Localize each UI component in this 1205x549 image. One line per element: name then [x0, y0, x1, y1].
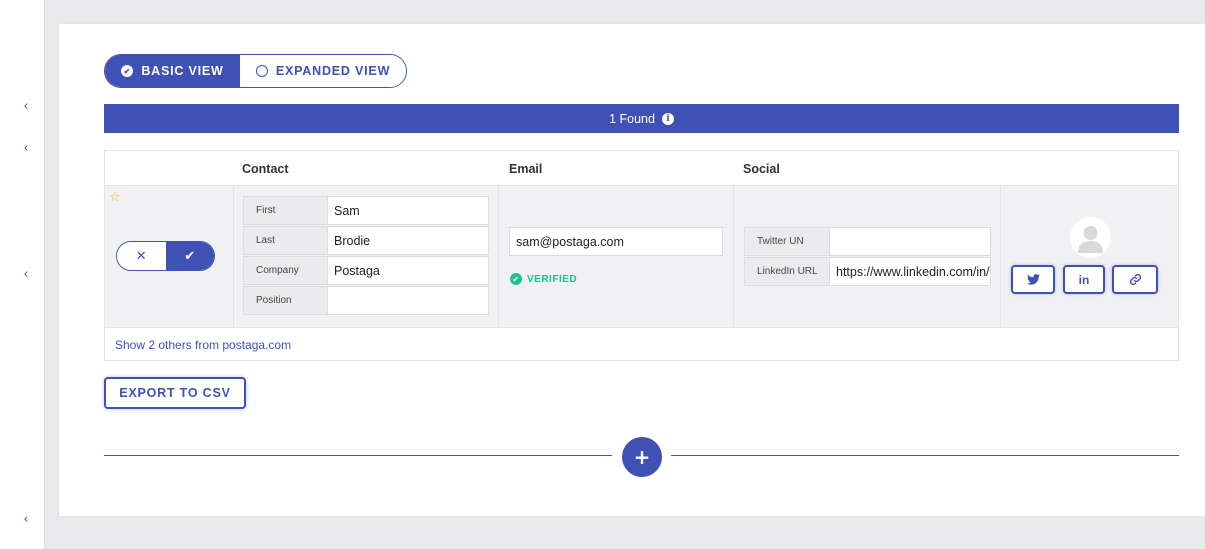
company-input[interactable]: Postaga	[328, 257, 488, 284]
field-label: First	[244, 197, 328, 224]
first-name-input[interactable]: Sam	[328, 197, 488, 224]
table-row: ☆ ✕ ✔ First Sam Last Brodie Company Post…	[105, 186, 1178, 327]
decision-toggle: ✕ ✔	[116, 241, 215, 271]
contact-header: Contact	[242, 162, 289, 176]
star-icon[interactable]: ☆	[109, 190, 121, 205]
twitter-button[interactable]	[1011, 265, 1055, 294]
field-label: Company	[244, 257, 328, 284]
column-divider	[1000, 186, 1001, 327]
company-field: Company Postaga	[243, 256, 489, 285]
field-label: Last	[244, 227, 328, 254]
close-icon: ✕	[135, 248, 147, 264]
table-header: Contact Email Social	[105, 151, 1178, 186]
accept-button[interactable]: ✔	[165, 242, 214, 270]
chevron-left-icon[interactable]: ‹	[19, 99, 33, 114]
chevron-left-icon[interactable]: ‹	[19, 267, 33, 282]
results-count: 1 Found	[609, 111, 655, 126]
verified-badge: ✔ VERIFIED	[510, 273, 577, 285]
user-icon	[1078, 226, 1103, 253]
linkedin-button[interactable]: in	[1063, 265, 1105, 294]
avatar	[1070, 217, 1111, 258]
field-label: Position	[244, 287, 328, 314]
email-input[interactable]: sam@postaga.com	[509, 227, 723, 256]
chevron-left-icon[interactable]: ‹	[19, 512, 33, 527]
twitter-input[interactable]	[830, 228, 990, 255]
field-label: LinkedIn URL	[745, 258, 830, 285]
email-header: Email	[509, 162, 543, 176]
check-icon: ✔	[184, 248, 196, 264]
last-name-input[interactable]: Brodie	[328, 227, 488, 254]
divider	[104, 455, 612, 456]
first-name-field: First Sam	[243, 196, 489, 225]
view-toggle: ✔ BASIC VIEW EXPANDED VIEW	[104, 54, 407, 88]
expanded-view-button[interactable]: EXPANDED VIEW	[240, 55, 406, 87]
basic-view-button[interactable]: ✔ BASIC VIEW	[105, 55, 240, 87]
expanded-view-label: EXPANDED VIEW	[275, 64, 391, 78]
check-circle-icon: ✔	[121, 65, 134, 77]
info-icon[interactable]: i	[661, 112, 674, 125]
last-name-field: Last Brodie	[243, 226, 489, 255]
sidebar: ‹ ‹ ‹ ‹	[0, 0, 45, 549]
social-header: Social	[743, 162, 780, 176]
basic-view-label: BASIC VIEW	[141, 64, 224, 78]
results-count-bar: 1 Found i	[104, 104, 1179, 133]
website-link-button[interactable]	[1112, 265, 1158, 294]
position-input[interactable]	[328, 287, 488, 314]
table-footer: Show 2 others from postaga.com	[105, 327, 1178, 360]
verified-label: VERIFIED	[527, 273, 578, 285]
linkedin-input[interactable]: https://www.linkedin.com/in/s	[830, 258, 990, 285]
linkedin-field: LinkedIn URL https://www.linkedin.com/in…	[744, 257, 991, 286]
add-button[interactable]: +	[622, 437, 662, 477]
plus-icon: +	[633, 445, 651, 469]
reject-button[interactable]: ✕	[117, 242, 166, 270]
link-icon	[1129, 273, 1141, 286]
column-divider	[733, 186, 734, 327]
check-circle-icon: ✔	[510, 273, 522, 285]
export-csv-button[interactable]: EXPORT TO CSV	[104, 377, 246, 409]
column-divider	[498, 186, 499, 327]
position-field: Position	[243, 286, 489, 315]
chevron-left-icon[interactable]: ‹	[19, 141, 33, 156]
show-others-link[interactable]: Show 2 others from postaga.com	[115, 338, 291, 352]
column-divider	[233, 186, 234, 327]
circle-outline-icon	[255, 65, 268, 77]
main-card: ✔ BASIC VIEW EXPANDED VIEW 1 Found i Con…	[59, 24, 1205, 516]
results-table: Contact Email Social ☆ ✕ ✔ First Sam Las…	[104, 150, 1179, 361]
twitter-field: Twitter UN	[744, 227, 991, 256]
twitter-icon	[1026, 274, 1040, 285]
divider	[671, 455, 1179, 456]
field-label: Twitter UN	[745, 228, 830, 255]
linkedin-icon: in	[1078, 272, 1090, 287]
